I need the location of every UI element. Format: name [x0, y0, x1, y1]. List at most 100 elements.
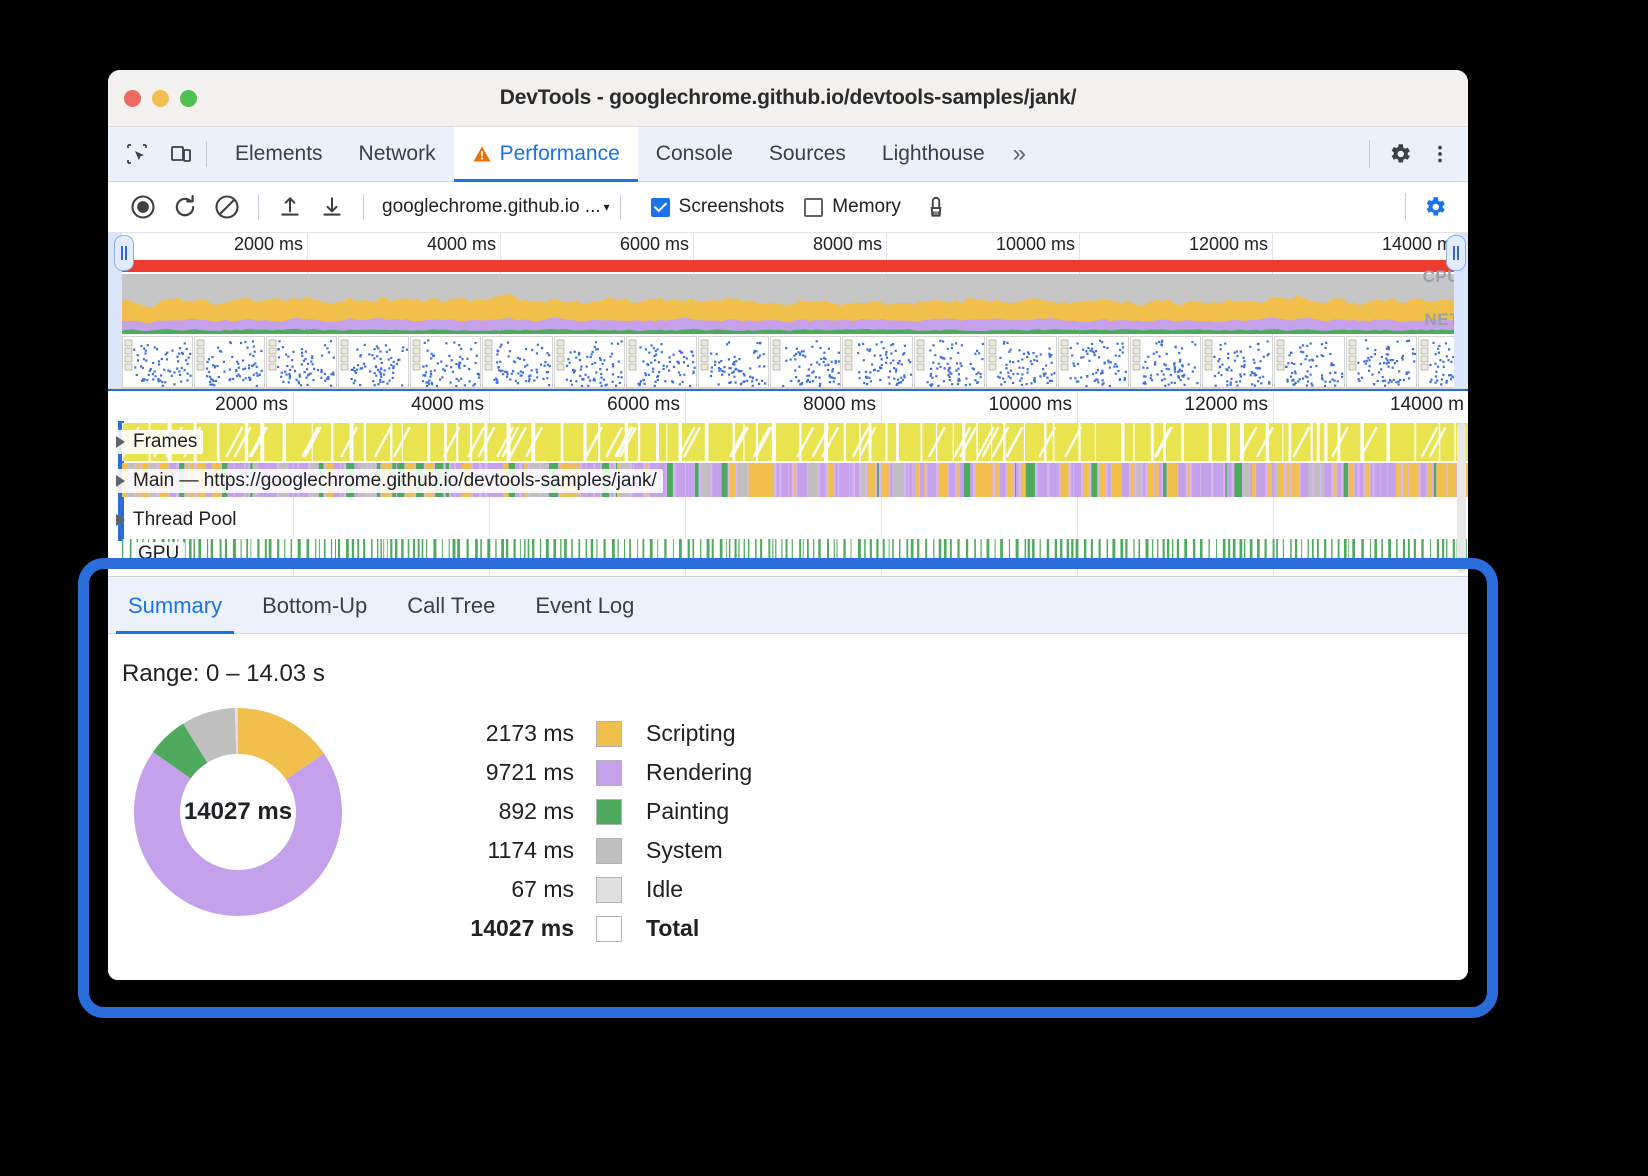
filmstrip-frame[interactable]: [1274, 336, 1345, 388]
screenshot-filmstrip[interactable]: [122, 336, 1468, 388]
track-label-main[interactable]: Main — https://googlechrome.github.io/de…: [114, 469, 663, 493]
collect-garbage-icon[interactable]: [915, 186, 957, 228]
track-row-thread-pool[interactable]: Thread Pool: [108, 503, 1468, 537]
track-tick-label: 4000 ms: [411, 394, 484, 416]
tab-event-log-label: Event Log: [535, 593, 634, 618]
tab-call-tree[interactable]: Call Tree: [387, 593, 515, 633]
tab-lighthouse[interactable]: Lighthouse: [864, 127, 1003, 181]
clear-button[interactable]: [206, 186, 248, 228]
filmstrip-frame[interactable]: [626, 336, 697, 388]
chevron-down-icon: ▾: [604, 200, 610, 214]
legend-value: 67 ms: [444, 876, 596, 903]
filmstrip-frame[interactable]: [914, 336, 985, 388]
track-tick-label: 6000 ms: [607, 394, 680, 416]
overview-left-handle[interactable]: [114, 235, 134, 271]
inspect-element-icon[interactable]: [122, 139, 152, 169]
memory-label: Memory: [832, 196, 901, 218]
filmstrip-frame[interactable]: [122, 336, 193, 388]
tab-performance[interactable]: Performance: [454, 127, 638, 181]
details-panel: Summary Bottom-Up Call Tree Event Log Ra…: [108, 576, 1468, 980]
filmstrip-frame[interactable]: [1130, 336, 1201, 388]
legend-label: Scripting: [646, 720, 735, 747]
tracks-ruler: 2000 ms 4000 ms 6000 ms 8000 ms 10000 ms…: [108, 391, 1468, 421]
filmstrip-frame[interactable]: [1058, 336, 1129, 388]
filmstrip-frame[interactable]: [698, 336, 769, 388]
window-title-bar: DevTools - googlechrome.github.io/devtoo…: [108, 70, 1468, 127]
target-url-dropdown[interactable]: googlechrome.github.io ... ▾: [382, 196, 610, 218]
summary-content: 14027 ms 2173 msScripting9721 msRenderin…: [108, 706, 1468, 948]
reload-and-record-button[interactable]: [164, 186, 206, 228]
tab-strip-divider: [206, 141, 207, 167]
record-button[interactable]: [122, 186, 164, 228]
details-tab-bar: Summary Bottom-Up Call Tree Event Log: [108, 577, 1468, 634]
track-label-frames[interactable]: Frames: [114, 430, 203, 454]
filmstrip-frame[interactable]: [986, 336, 1057, 388]
gpu-band: [122, 539, 1468, 565]
tab-elements[interactable]: Elements: [217, 127, 341, 181]
save-profile-button[interactable]: [311, 186, 353, 228]
maximize-window-button[interactable]: [180, 90, 197, 107]
legend-row[interactable]: 9721 msRendering: [444, 753, 752, 792]
tab-event-log[interactable]: Event Log: [515, 593, 654, 633]
legend-row[interactable]: 892 msPainting: [444, 792, 752, 831]
screenshots-checkbox-box[interactable]: [651, 198, 670, 217]
legend-row[interactable]: 1174 msSystem: [444, 831, 752, 870]
tab-summary-label: Summary: [128, 593, 222, 618]
filmstrip-frame[interactable]: [482, 336, 553, 388]
track-row-frames[interactable]: Frames: [108, 423, 1468, 461]
filmstrip-frame[interactable]: [338, 336, 409, 388]
filmstrip-frame[interactable]: [1202, 336, 1273, 388]
tab-bottom-up[interactable]: Bottom-Up: [242, 593, 387, 633]
legend-swatch: [596, 760, 622, 786]
capture-settings-gear-icon[interactable]: [1414, 186, 1456, 228]
timeline-overview[interactable]: 2000 ms 4000 ms 6000 ms 8000 ms 10000 ms…: [108, 233, 1468, 389]
filmstrip-frame[interactable]: [842, 336, 913, 388]
load-profile-button[interactable]: [269, 186, 311, 228]
track-row-main[interactable]: Main — https://googlechrome.github.io/de…: [108, 463, 1468, 499]
filmstrip-frame[interactable]: [554, 336, 625, 388]
actions-divider: [1369, 140, 1370, 168]
activity-donut-chart[interactable]: 14027 ms: [132, 706, 344, 918]
legend-row[interactable]: 2173 msScripting: [444, 714, 752, 753]
expand-triangle-icon[interactable]: [116, 436, 125, 448]
legend-row[interactable]: 67 ms Idle: [444, 870, 752, 909]
filmstrip-frame[interactable]: [194, 336, 265, 388]
frames-band: [122, 423, 1468, 461]
memory-checkbox-box[interactable]: [804, 198, 823, 217]
track-label-thread-pool[interactable]: Thread Pool: [114, 508, 243, 532]
legend-label: Idle: [646, 876, 683, 903]
target-url-value: googlechrome.github.io ...: [382, 196, 601, 218]
tab-network[interactable]: Network: [341, 127, 454, 181]
expand-triangle-icon[interactable]: [116, 514, 125, 526]
overview-right-handle[interactable]: [1446, 235, 1466, 271]
filmstrip-frame[interactable]: [266, 336, 337, 388]
filmstrip-frame[interactable]: [770, 336, 841, 388]
more-options-icon[interactable]: [1422, 136, 1458, 172]
more-tabs-chevron-icon[interactable]: »: [1003, 127, 1036, 181]
legend-swatch: [596, 799, 622, 825]
tab-call-tree-label: Call Tree: [407, 593, 495, 618]
track-row-gpu[interactable]: GPU: [108, 539, 1468, 569]
toolbar-right-actions: [1397, 186, 1456, 228]
filmstrip-frame[interactable]: [410, 336, 481, 388]
track-tick-label: 10000 ms: [989, 394, 1072, 416]
screenshots-checkbox[interactable]: Screenshots: [651, 196, 785, 218]
tab-sources[interactable]: Sources: [751, 127, 864, 181]
flame-chart-tracks[interactable]: 2000 ms 4000 ms 6000 ms 8000 ms 10000 ms…: [108, 389, 1468, 576]
more-tabs-label: »: [1013, 140, 1026, 168]
legend-swatch: [596, 838, 622, 864]
minimize-window-button[interactable]: [152, 90, 169, 107]
filmstrip-frame[interactable]: [1346, 336, 1417, 388]
memory-checkbox[interactable]: Memory: [804, 196, 901, 218]
overview-tick-label: 6000 ms: [620, 234, 689, 255]
tab-console[interactable]: Console: [638, 127, 751, 181]
device-toolbar-icon[interactable]: [166, 139, 196, 169]
expand-triangle-icon[interactable]: [116, 475, 125, 487]
window-traffic-lights: [124, 90, 197, 107]
tab-summary[interactable]: Summary: [108, 593, 242, 633]
settings-gear-icon[interactable]: [1382, 136, 1418, 172]
close-window-button[interactable]: [124, 90, 141, 107]
tracks-vertical-scrollbar[interactable]: [1457, 423, 1466, 573]
track-label-gpu: GPU: [136, 542, 185, 566]
overview-tick-label: 8000 ms: [813, 234, 882, 255]
